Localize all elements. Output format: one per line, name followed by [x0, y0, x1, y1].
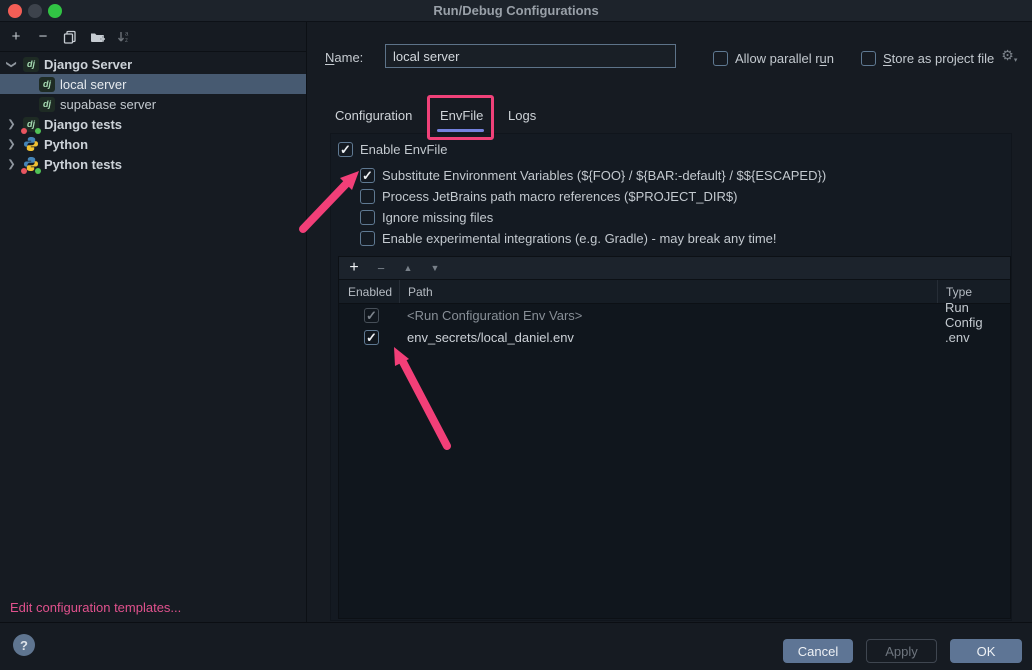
enable-envfile-option[interactable]: Enable EnvFile: [338, 141, 447, 157]
remove-env-file-icon: −: [374, 261, 388, 276]
dialog-title: Run/Debug Configurations: [0, 0, 1032, 22]
test-failed-dot: [21, 168, 27, 174]
process-path-macro-checkbox[interactable]: [360, 189, 375, 204]
tab-envfile[interactable]: EnvFile: [440, 108, 483, 123]
remove-configuration-icon[interactable]: −: [35, 29, 51, 45]
configurations-sidebar: + − az Django Server local server: [0, 22, 307, 622]
edit-configuration-templates-link[interactable]: Edit configuration templates...: [10, 600, 181, 615]
django-icon: [23, 57, 39, 72]
tab-configuration[interactable]: Configuration: [335, 108, 412, 123]
tree-item-python[interactable]: Python: [0, 134, 306, 154]
process-path-macro-option[interactable]: Process JetBrains path macro references …: [360, 188, 737, 204]
add-env-file-icon[interactable]: +: [347, 259, 361, 277]
title-bar: Run/Debug Configurations: [0, 0, 1032, 22]
store-as-project-file-label: Store as project file: [883, 51, 994, 66]
add-configuration-icon[interactable]: +: [8, 29, 24, 45]
chevron-right-icon[interactable]: [5, 139, 18, 150]
python-icon: [23, 136, 39, 152]
row-enabled-checkbox[interactable]: [364, 330, 379, 345]
env-table-header: Enabled Path Type: [339, 280, 1010, 304]
name-input[interactable]: [385, 44, 676, 68]
help-button[interactable]: ?: [13, 634, 35, 656]
allow-parallel-run-option[interactable]: Allow parallel run: [713, 50, 834, 66]
tree-item-supabase-server[interactable]: supabase server: [0, 94, 306, 114]
allow-parallel-run-checkbox[interactable]: [713, 51, 728, 66]
svg-text:z: z: [125, 38, 128, 44]
table-row-env-secrets[interactable]: env_secrets/local_daniel.env .env: [339, 326, 1010, 348]
enable-envfile-checkbox[interactable]: [338, 142, 353, 157]
column-header-enabled[interactable]: Enabled: [339, 285, 399, 299]
env-table-toolbar: + − ▲ ▼: [339, 257, 1010, 280]
run-debug-configurations-dialog: Run/Debug Configurations + − az Django S…: [0, 0, 1032, 670]
substitute-env-vars-option[interactable]: Substitute Environment Variables (${FOO}…: [360, 167, 826, 183]
allow-parallel-run-label: Allow parallel run: [735, 51, 834, 66]
django-icon: [39, 77, 55, 92]
column-header-path[interactable]: Path: [399, 280, 937, 303]
env-files-table: + − ▲ ▼ Enabled Path Type <Run Configura…: [338, 256, 1011, 619]
move-down-icon: ▼: [428, 263, 442, 273]
chevron-down-icon[interactable]: [5, 59, 18, 70]
table-row-run-config-env-vars[interactable]: <Run Configuration Env Vars> Run Config: [339, 304, 1010, 326]
store-as-project-file-option[interactable]: Store as project file ⚙▾: [861, 50, 1017, 66]
selected-tab-underline: [437, 129, 484, 132]
move-up-icon: ▲: [401, 263, 415, 273]
chevron-right-icon[interactable]: [5, 159, 18, 170]
svg-text:a: a: [125, 31, 129, 37]
gear-icon[interactable]: ⚙▾: [1001, 48, 1017, 68]
configurations-tree: Django Server local server supabase serv…: [0, 52, 306, 174]
tree-item-local-server[interactable]: local server: [0, 74, 306, 94]
sidebar-toolbar: + − az: [0, 22, 306, 52]
dialog-footer: ? Cancel Apply OK: [0, 622, 1032, 670]
tree-item-django-tests[interactable]: Django tests: [0, 114, 306, 134]
experimental-integrations-checkbox[interactable]: [360, 231, 375, 246]
ignore-missing-files-checkbox[interactable]: [360, 210, 375, 225]
tab-logs[interactable]: Logs: [508, 108, 536, 123]
substitute-env-vars-checkbox[interactable]: [360, 168, 375, 183]
envfile-tab-panel: Enable EnvFile Substitute Environment Va…: [330, 133, 1012, 621]
cancel-button[interactable]: Cancel: [783, 639, 853, 663]
sort-configurations-icon: az: [116, 29, 132, 45]
new-folder-icon[interactable]: [89, 29, 105, 45]
ignore-missing-files-option[interactable]: Ignore missing files: [360, 209, 493, 225]
tree-item-python-tests[interactable]: Python tests: [0, 154, 306, 174]
copy-configuration-icon[interactable]: [62, 29, 78, 45]
apply-button: Apply: [866, 639, 937, 663]
test-passed-dot: [35, 168, 41, 174]
name-label: Name:: [325, 50, 363, 65]
django-tests-icon: [23, 117, 39, 132]
django-icon: [39, 97, 55, 112]
tree-item-django-server[interactable]: Django Server: [0, 54, 306, 74]
ok-button[interactable]: OK: [950, 639, 1022, 663]
chevron-right-icon[interactable]: [5, 119, 18, 130]
python-tests-icon: [23, 156, 39, 172]
store-as-project-file-checkbox[interactable]: [861, 51, 876, 66]
row-enabled-checkbox: [364, 308, 379, 323]
experimental-integrations-option[interactable]: Enable experimental integrations (e.g. G…: [360, 230, 777, 246]
